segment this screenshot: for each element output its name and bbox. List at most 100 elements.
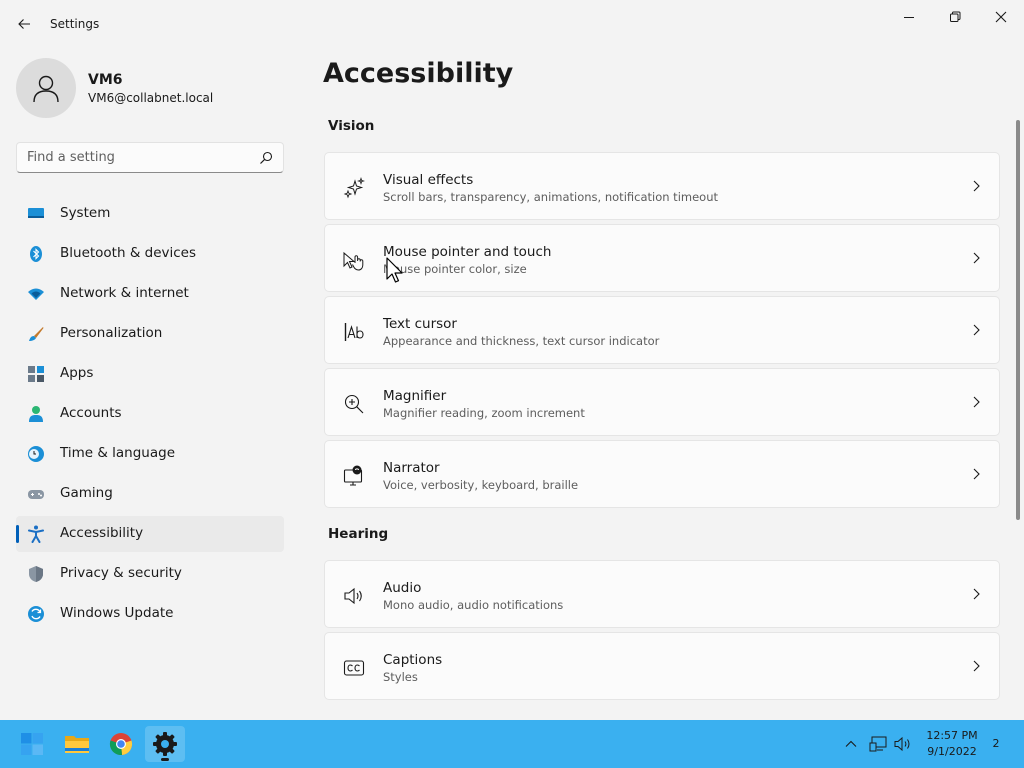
close-button[interactable] xyxy=(978,2,1024,32)
sidebar-item-bluetooth[interactable]: Bluetooth & devices xyxy=(16,236,284,272)
sparkle-icon xyxy=(343,177,365,199)
captions-card[interactable]: Captions Styles xyxy=(324,632,1000,700)
chevron-right-icon xyxy=(973,396,980,408)
sidebar-item-accessibility[interactable]: Accessibility xyxy=(16,516,284,552)
mouse-touch-icon xyxy=(343,251,364,271)
clock-time[interactable]: 12:57 PM xyxy=(920,729,984,742)
chevron-right-icon xyxy=(973,588,980,600)
network-monitor-icon xyxy=(869,736,887,752)
search-icon[interactable] xyxy=(259,151,273,165)
back-button[interactable] xyxy=(12,12,36,36)
chevron-right-icon xyxy=(973,252,980,264)
back-arrow-icon xyxy=(18,19,30,29)
minimize-icon xyxy=(904,17,914,18)
chevron-right-icon xyxy=(973,180,980,192)
settings-window: Settings VM6 VM6@collabnet.local Find a … xyxy=(0,0,1024,720)
narrator-icon xyxy=(343,465,363,486)
card-subtitle: Voice, verbosity, keyboard, braille xyxy=(383,478,579,492)
magnifier-icon xyxy=(344,394,364,414)
captions-icon xyxy=(343,660,365,676)
mouse-pointer-touch-card[interactable]: Mouse pointer and touch Mouse pointer co… xyxy=(324,224,1000,292)
section-vision-label: Vision xyxy=(328,118,375,134)
active-indicator xyxy=(16,525,19,543)
speaker-icon xyxy=(344,587,362,605)
sidebar-item-apps[interactable]: Apps xyxy=(16,356,284,392)
sidebar-item-label: Network & internet xyxy=(60,285,189,301)
bluetooth-icon xyxy=(30,246,42,262)
card-title: Text cursor xyxy=(383,316,457,332)
sidebar-item-gaming[interactable]: Gaming xyxy=(16,476,284,512)
audio-card[interactable]: Audio Mono audio, audio notifications xyxy=(324,560,1000,628)
card-subtitle: Appearance and thickness, text cursor in… xyxy=(383,334,660,348)
chrome-icon xyxy=(109,733,133,756)
windows-start-icon xyxy=(21,733,43,755)
narrator-card[interactable]: Narrator Voice, verbosity, keyboard, bra… xyxy=(324,440,1000,508)
avatar[interactable] xyxy=(16,58,76,118)
clock-globe-icon xyxy=(28,446,44,462)
scrollbar[interactable] xyxy=(1016,120,1020,520)
taskbar-settings[interactable] xyxy=(145,726,185,762)
tray-volume-button[interactable] xyxy=(893,734,913,754)
tray-network-button[interactable] xyxy=(868,734,888,754)
sidebar-item-system[interactable]: System xyxy=(16,196,284,232)
sidebar-item-label: Windows Update xyxy=(60,605,174,621)
text-cursor-card[interactable]: Text cursor Appearance and thickness, te… xyxy=(324,296,1000,364)
tray-overflow-button[interactable] xyxy=(841,734,861,754)
sidebar-item-time-language[interactable]: Time & language xyxy=(16,436,284,472)
card-title: Mouse pointer and touch xyxy=(383,244,552,260)
chevron-up-icon xyxy=(845,740,857,747)
sidebar-item-label: System xyxy=(60,205,111,221)
title-bar: Settings xyxy=(0,0,1024,48)
file-explorer-icon xyxy=(65,736,89,753)
chevron-right-icon xyxy=(973,660,980,672)
mouse-cursor-icon xyxy=(386,257,403,283)
person-icon xyxy=(29,406,43,422)
card-subtitle: Mouse pointer color, size xyxy=(383,262,527,276)
visual-effects-card[interactable]: Visual effects Scroll bars, transparency… xyxy=(324,152,1000,220)
brush-icon xyxy=(29,327,44,341)
person-icon xyxy=(33,75,59,103)
sidebar-item-personalization[interactable]: Personalization xyxy=(16,316,284,352)
notification-count[interactable]: 2 xyxy=(988,737,1004,750)
sidebar-item-label: Personalization xyxy=(60,325,163,341)
apps-icon xyxy=(28,366,44,382)
card-subtitle: Styles xyxy=(383,670,418,684)
taskbar-chrome[interactable] xyxy=(101,726,141,762)
start-button[interactable] xyxy=(12,726,52,762)
card-subtitle: Mono audio, audio notifications xyxy=(383,598,564,612)
shield-icon xyxy=(29,566,43,582)
app-title: Settings xyxy=(50,17,100,31)
sidebar-item-label: Accessibility xyxy=(60,525,144,541)
restore-button[interactable] xyxy=(932,2,978,32)
user-name: VM6 xyxy=(88,72,123,88)
monitor-icon xyxy=(28,208,44,218)
sidebar-item-label: Gaming xyxy=(60,485,113,501)
sidebar-item-label: Bluetooth & devices xyxy=(60,245,197,261)
sidebar-item-accounts[interactable]: Accounts xyxy=(16,396,284,432)
user-email: VM6@collabnet.local xyxy=(88,91,214,105)
sidebar-item-label: Privacy & security xyxy=(60,565,182,581)
search-input[interactable] xyxy=(17,143,257,172)
page-title: Accessibility xyxy=(323,58,514,89)
sidebar-item-label: Accounts xyxy=(60,405,122,421)
update-icon xyxy=(28,606,44,622)
clock-date[interactable]: 9/1/2022 xyxy=(920,745,984,758)
minimize-button[interactable] xyxy=(886,2,932,32)
card-title: Audio xyxy=(383,580,422,596)
section-hearing-label: Hearing xyxy=(328,526,389,542)
sidebar-item-network[interactable]: Network & internet xyxy=(16,276,284,312)
chevron-right-icon xyxy=(973,324,980,336)
settings-gear-icon xyxy=(153,732,177,756)
text-cursor-icon xyxy=(344,323,364,341)
sidebar-item-windows-update[interactable]: Windows Update xyxy=(16,596,284,632)
wifi-icon xyxy=(28,288,44,300)
taskbar-file-explorer[interactable] xyxy=(57,726,97,762)
close-icon xyxy=(995,11,1007,23)
magnifier-card[interactable]: Magnifier Magnifier reading, zoom increm… xyxy=(324,368,1000,436)
gamepad-icon xyxy=(28,490,44,499)
sidebar-item-privacy[interactable]: Privacy & security xyxy=(16,556,284,592)
chevron-right-icon xyxy=(973,468,980,480)
search-box[interactable] xyxy=(16,142,284,173)
card-title: Captions xyxy=(383,652,443,668)
sidebar-item-label: Time & language xyxy=(60,445,176,461)
